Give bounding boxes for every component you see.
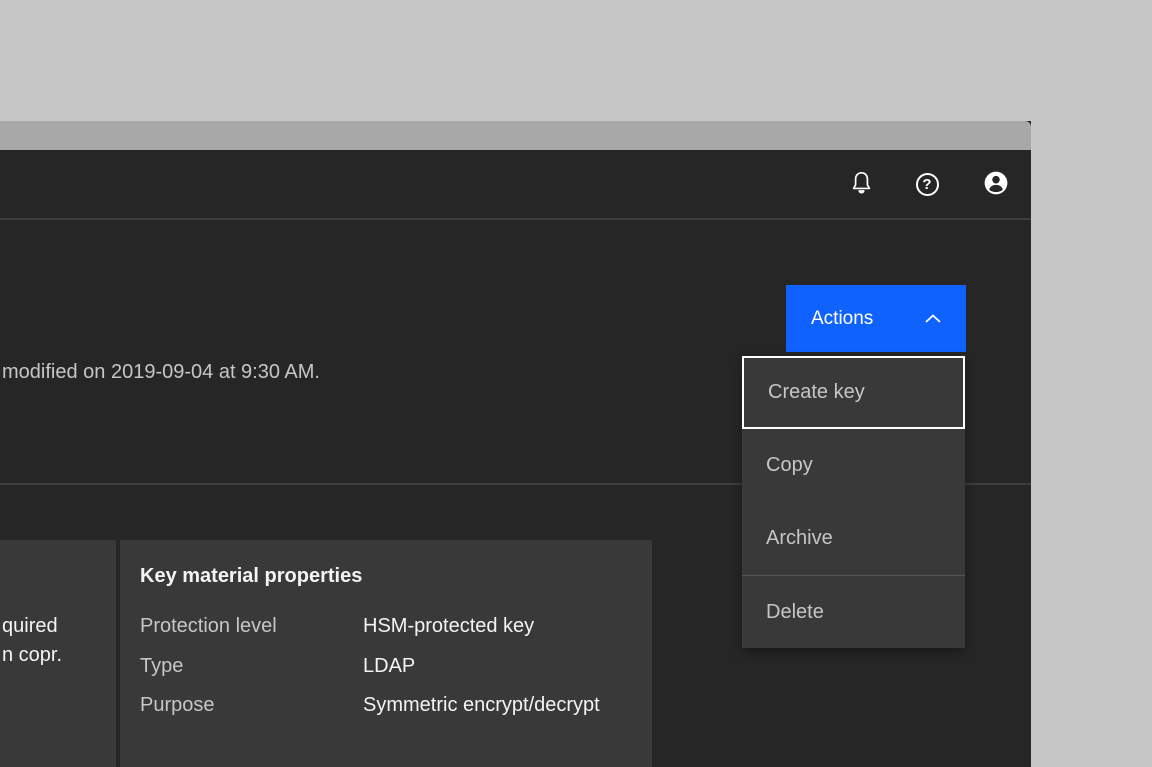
notifications-button[interactable] <box>845 168 877 200</box>
actions-dropdown-menu: Create key Copy Archive Delete <box>742 356 965 648</box>
property-row-type: Type LDAP <box>120 652 652 680</box>
property-value: Symmetric encrypt/decrypt <box>363 694 600 716</box>
property-row-purpose: Purpose Symmetric encrypt/decrypt <box>120 691 652 719</box>
menu-item-delete[interactable]: Delete <box>742 575 965 648</box>
property-value: LDAP <box>363 655 416 677</box>
menu-item-copy[interactable]: Copy <box>742 429 965 502</box>
app-header-bar: ? <box>0 150 1031 220</box>
user-avatar-button[interactable] <box>980 168 1012 200</box>
property-label: Protection level <box>140 615 277 637</box>
desktop-background: ? modified on 2019-09-04 at 9:30 AM. Act… <box>0 0 1152 767</box>
property-row-protection-level: Protection level HSM-protected key <box>120 612 652 640</box>
help-button[interactable]: ? <box>911 168 943 200</box>
help-icon: ? <box>915 172 939 196</box>
menu-item-label: Copy <box>766 454 813 476</box>
menu-item-archive[interactable]: Archive <box>742 502 965 575</box>
clipped-text-line: quired <box>2 615 58 637</box>
user-avatar-icon <box>982 169 1010 200</box>
actions-button-label: Actions <box>811 307 874 329</box>
menu-item-create-key[interactable]: Create key <box>742 356 965 429</box>
key-material-properties-panel: Key material properties Protection level… <box>120 540 652 767</box>
help-glyph: ? <box>922 175 932 193</box>
clipped-text-line: n copr. <box>2 644 63 666</box>
actions-button[interactable]: Actions <box>786 285 966 352</box>
bell-icon <box>848 169 875 199</box>
menu-item-label: Create key <box>768 381 865 403</box>
last-modified-text: modified on 2019-09-04 at 9:30 AM. <box>2 361 320 383</box>
menu-item-label: Archive <box>766 527 833 549</box>
menu-item-label: Delete <box>766 600 824 623</box>
property-label: Type <box>140 655 184 677</box>
chevron-up-icon <box>924 308 942 330</box>
property-label: Purpose <box>140 694 215 716</box>
property-value: HSM-protected key <box>363 615 535 637</box>
clipped-description-panel: quired n copr. <box>0 540 116 767</box>
window-titlebar[interactable] <box>0 121 1031 150</box>
panel-title: Key material properties <box>140 565 363 587</box>
app-window: ? modified on 2019-09-04 at 9:30 AM. Act… <box>0 121 1031 767</box>
clipped-text: quired n copr. <box>2 612 62 670</box>
